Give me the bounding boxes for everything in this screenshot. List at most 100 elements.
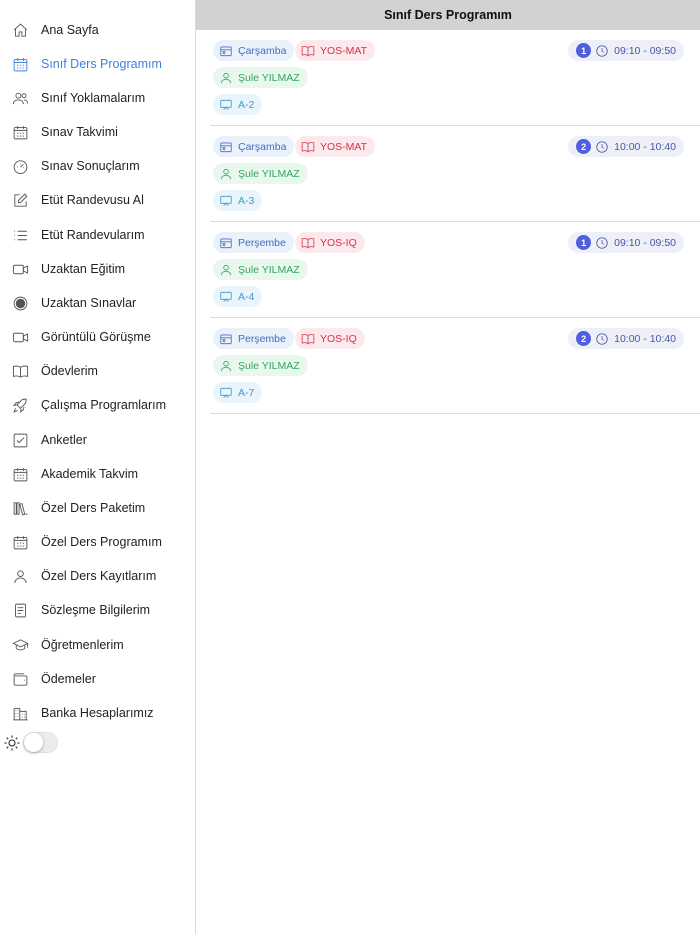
theme-toggle[interactable] bbox=[23, 732, 58, 753]
video-icon bbox=[11, 328, 29, 346]
schedule-list: Çarşamba YOS-MAT 1 09:10 - 09:50 Şule YIL… bbox=[210, 30, 700, 414]
sidebar-item-bank-accounts[interactable]: Banka Hesaplarımız bbox=[0, 696, 195, 730]
sidebar-item-private-package[interactable]: Özel Ders Paketim bbox=[0, 491, 195, 525]
theme-switch-row bbox=[0, 728, 195, 758]
page-title: Sınıf Ders Programım bbox=[384, 8, 512, 22]
time-badge: 1 09:10 - 09:50 bbox=[568, 40, 684, 61]
user-icon bbox=[220, 360, 232, 371]
time-text: 10:00 - 10:40 bbox=[614, 332, 676, 345]
day-badge: Perşembe bbox=[213, 328, 294, 349]
day-text: Çarşamba bbox=[238, 140, 287, 153]
day-badge: Perşembe bbox=[213, 232, 294, 253]
graduation-cap-icon bbox=[11, 636, 29, 654]
checkbox-icon bbox=[11, 431, 29, 449]
calendar-icon bbox=[11, 465, 29, 483]
sidebar-item-class-schedule[interactable]: Sınıf Ders Programım bbox=[0, 47, 195, 81]
schedule-card[interactable]: Çarşamba YOS-MAT 2 10:00 - 10:40 Şule YIL… bbox=[210, 126, 700, 222]
lesson-text: YOS-IQ bbox=[320, 332, 357, 345]
sidebar-item-book-study[interactable]: Etüt Randevusu Al bbox=[0, 183, 195, 217]
user-icon bbox=[220, 72, 232, 83]
sidebar-item-label: Sınav Takvimi bbox=[41, 125, 118, 139]
sidebar-item-private-schedule[interactable]: Özel Ders Programım bbox=[0, 525, 195, 559]
clock-icon bbox=[596, 236, 608, 249]
gauge-icon bbox=[11, 157, 29, 175]
day-text: Çarşamba bbox=[238, 44, 287, 57]
lesson-text: YOS-MAT bbox=[320, 44, 368, 57]
sidebar: Ana Sayfa Sınıf Ders Programım Sınıf Yok… bbox=[0, 0, 196, 934]
page-header: Sınıf Ders Programım bbox=[196, 0, 700, 30]
teacher-text: Şule YILMAZ bbox=[238, 359, 300, 372]
sidebar-item-label: Etüt Randevularım bbox=[41, 228, 145, 242]
schedule-card[interactable]: Perşembe YOS-IQ 1 09:10 - 09:50 Şule YILM… bbox=[210, 222, 700, 318]
sidebar-item-exam-calendar[interactable]: Sınav Takvimi bbox=[0, 115, 195, 149]
sun-icon bbox=[3, 734, 21, 752]
sidebar-item-label: Öğretmenlerim bbox=[41, 638, 124, 652]
board-icon bbox=[220, 99, 232, 110]
edit-icon bbox=[11, 191, 29, 209]
sidebar-item-study-appointments[interactable]: Etüt Randevularım bbox=[0, 218, 195, 252]
sidebar-item-remote-education[interactable]: Uzaktan Eğitim bbox=[0, 252, 195, 286]
sidebar-item-surveys[interactable]: Anketler bbox=[0, 423, 195, 457]
sidebar-item-label: Sınıf Yoklamalarım bbox=[41, 91, 146, 105]
sidebar-item-label: Özel Ders Paketim bbox=[41, 501, 146, 515]
sidebar-item-label: Uzaktan Eğitim bbox=[41, 262, 126, 276]
sidebar-item-study-programs[interactable]: Çalışma Programlarım bbox=[0, 388, 195, 422]
sidebar-item-private-records[interactable]: Özel Ders Kayıtlarım bbox=[0, 559, 195, 593]
room-badge: A-2 bbox=[213, 94, 263, 115]
sidebar-item-label: Ödevlerim bbox=[41, 364, 98, 378]
sidebar-item-label: Etüt Randevusu Al bbox=[41, 193, 144, 207]
calendar-icon bbox=[220, 142, 232, 152]
sidebar-item-payments[interactable]: Ödemeler bbox=[0, 662, 195, 696]
sidebar-item-label: Çalışma Programlarım bbox=[41, 398, 167, 412]
rocket-icon bbox=[11, 396, 29, 414]
teacher-badge: Şule YILMAZ bbox=[213, 67, 308, 88]
toggle-knob bbox=[24, 733, 43, 752]
time-text: 09:10 - 09:50 bbox=[614, 44, 676, 57]
lesson-badge: YOS-MAT bbox=[295, 136, 376, 157]
lesson-order-badge: 2 bbox=[576, 331, 592, 346]
teacher-text: Şule YILMAZ bbox=[238, 167, 300, 180]
room-badge: A-7 bbox=[213, 382, 263, 403]
schedule-card[interactable]: Perşembe YOS-IQ 2 10:00 - 10:40 Şule YILM… bbox=[210, 318, 700, 414]
board-icon bbox=[220, 195, 232, 206]
sidebar-item-label: Uzaktan Sınavlar bbox=[41, 296, 137, 310]
sidebar-item-contract[interactable]: Sözleşme Bilgilerim bbox=[0, 593, 195, 627]
list-icon bbox=[11, 226, 29, 244]
lesson-badge: YOS-IQ bbox=[295, 328, 365, 349]
sidebar-item-academic-calendar[interactable]: Akademik Takvim bbox=[0, 457, 195, 491]
sidebar-item-video-call[interactable]: Görüntülü Görüşme bbox=[0, 320, 195, 354]
sidebar-item-label: Özel Ders Kayıtlarım bbox=[41, 569, 157, 583]
lesson-order-badge: 1 bbox=[576, 235, 592, 250]
sidebar-item-remote-exams[interactable]: Uzaktan Sınavlar bbox=[0, 286, 195, 320]
books-icon bbox=[11, 499, 29, 517]
calendar-icon bbox=[220, 46, 232, 56]
time-text: 09:10 - 09:50 bbox=[614, 236, 676, 249]
book-icon bbox=[301, 45, 315, 56]
calendar-icon bbox=[220, 334, 232, 344]
book-icon bbox=[11, 362, 29, 380]
sidebar-item-homework[interactable]: Ödevlerim bbox=[0, 354, 195, 388]
board-icon bbox=[220, 387, 232, 398]
schedule-card[interactable]: Çarşamba YOS-MAT 1 09:10 - 09:50 Şule YIL… bbox=[210, 30, 700, 126]
day-text: Perşembe bbox=[238, 236, 286, 249]
home-icon bbox=[11, 21, 29, 39]
clock-icon bbox=[596, 140, 608, 153]
sidebar-item-label: Ödemeler bbox=[41, 672, 96, 686]
time-text: 10:00 - 10:40 bbox=[614, 140, 676, 153]
teacher-text: Şule YILMAZ bbox=[238, 71, 300, 84]
sidebar-item-attendance[interactable]: Sınıf Yoklamalarım bbox=[0, 81, 195, 115]
time-badge: 2 10:00 - 10:40 bbox=[568, 328, 684, 349]
room-text: A-7 bbox=[238, 386, 255, 399]
lesson-order-badge: 1 bbox=[576, 43, 592, 58]
calendar-icon bbox=[220, 238, 232, 248]
sidebar-item-exam-results[interactable]: Sınav Sonuçlarım bbox=[0, 149, 195, 183]
teacher-text: Şule YILMAZ bbox=[238, 263, 300, 276]
lesson-badge: YOS-IQ bbox=[295, 232, 365, 253]
user-icon bbox=[11, 567, 29, 585]
sidebar-item-home[interactable]: Ana Sayfa bbox=[0, 13, 195, 47]
lesson-badge: YOS-MAT bbox=[295, 40, 376, 61]
sidebar-item-teachers[interactable]: Öğretmenlerim bbox=[0, 628, 195, 662]
sidebar-item-label: Akademik Takvim bbox=[41, 467, 139, 481]
lesson-order-badge: 2 bbox=[576, 139, 592, 154]
book-icon bbox=[301, 333, 315, 344]
